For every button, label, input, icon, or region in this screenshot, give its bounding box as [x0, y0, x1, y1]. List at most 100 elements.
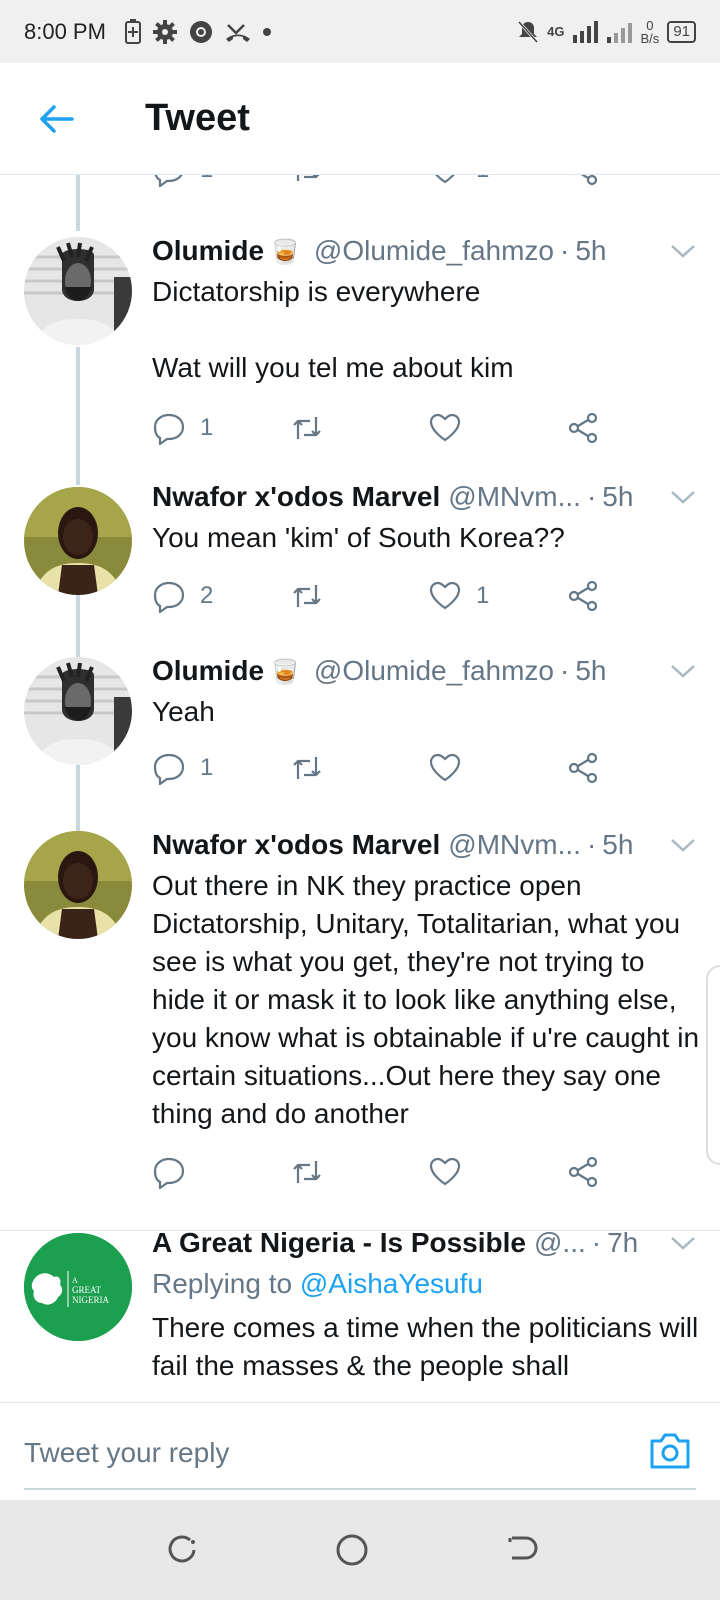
- author-handle[interactable]: @MNvm...: [448, 829, 581, 861]
- tweet-text: Out there in NK they practice open Dicta…: [152, 870, 707, 1129]
- share-button[interactable]: [566, 1155, 600, 1189]
- reply-input[interactable]: Tweet your reply: [24, 1437, 229, 1469]
- like-button[interactable]: 1: [428, 175, 489, 187]
- avatar[interactable]: [24, 237, 132, 345]
- separator-dot: ·: [559, 655, 570, 686]
- retweet-button[interactable]: [290, 175, 324, 187]
- tweet-age: 5h: [602, 481, 634, 512]
- like-button[interactable]: [428, 411, 462, 445]
- author-handle[interactable]: @Olumide_fahmzo: [314, 655, 554, 687]
- reply-button[interactable]: 1: [152, 175, 213, 187]
- share-icon: [568, 580, 598, 612]
- tweet-actions: 2 1: [152, 579, 700, 619]
- reply-input-underline: [24, 1488, 696, 1490]
- retweet-icon: [293, 417, 321, 439]
- heart-icon: [429, 753, 461, 782]
- chevron-down-icon[interactable]: [668, 1233, 698, 1253]
- replying-to-link[interactable]: @AishaYesufu: [300, 1268, 483, 1299]
- network-type: 4G: [547, 24, 565, 39]
- chevron-down-icon[interactable]: [668, 835, 698, 855]
- tweet-actions: 1: [152, 411, 700, 451]
- reply-button[interactable]: 2: [152, 579, 213, 613]
- like-button[interactable]: 1: [428, 579, 489, 613]
- retweet-button[interactable]: [290, 1155, 324, 1189]
- arrow-left-icon[interactable]: [36, 99, 76, 139]
- thread-line: [76, 765, 80, 831]
- tweet-age: 5h: [575, 235, 607, 266]
- reply-composer: Tweet your reply: [0, 1402, 720, 1500]
- tweet-meta: Olumide 🥃 @Olumide_fahmzo · 5h: [152, 655, 700, 693]
- recent-apps-icon[interactable]: [164, 1532, 200, 1568]
- tweet-meta: Nwafor x'odos Marvel @MNvm... · 5h: [152, 481, 700, 519]
- tweet-text: Yeah: [152, 696, 215, 727]
- separator-dot: ·: [586, 481, 597, 512]
- retweet-button[interactable]: [290, 411, 324, 445]
- avatar[interactable]: A GREAT NIGERIA: [24, 1233, 132, 1341]
- author-name[interactable]: Nwafor x'odos Marvel: [152, 481, 440, 513]
- tweet-content: Olumide 🥃 @Olumide_fahmzo · 5h Yeah 1: [152, 655, 700, 791]
- system-nav-bar: [0, 1500, 720, 1600]
- chevron-down-icon[interactable]: [668, 661, 698, 681]
- back-icon[interactable]: [504, 1532, 540, 1568]
- retweet-icon: [293, 757, 321, 779]
- reply-icon: [153, 413, 185, 445]
- author-name[interactable]: Nwafor x'odos Marvel: [152, 829, 440, 861]
- retweet-button[interactable]: [290, 579, 324, 613]
- tweet-content: Nwafor x'odos Marvel @MNvm... · 5h You m…: [152, 481, 700, 619]
- reply-button[interactable]: [152, 1155, 186, 1189]
- home-icon[interactable]: [334, 1532, 370, 1568]
- avatar-photo: [24, 831, 132, 939]
- author-name[interactable]: Olumide: [152, 655, 264, 687]
- avatar[interactable]: [24, 487, 132, 595]
- chevron-down-icon[interactable]: [668, 487, 698, 507]
- like-button[interactable]: [428, 751, 462, 785]
- author-handle[interactable]: @...: [534, 1227, 586, 1259]
- status-bar: 8:00 PM 4G 0 B/s 91: [0, 0, 720, 63]
- gear-icon: [152, 19, 177, 44]
- svg-text:A: A: [72, 1276, 78, 1285]
- tweet-text: Dictatorship is everywhere Wat will you …: [152, 276, 514, 383]
- whisky-emoji: 🥃: [270, 659, 300, 686]
- tweet-content: Nwafor x'odos Marvel @MNvm... · 5h Out t…: [152, 829, 700, 1195]
- retweet-button[interactable]: [290, 751, 324, 785]
- heart-icon: [429, 413, 461, 442]
- avatar[interactable]: [24, 831, 132, 939]
- notification-dot-icon: [262, 27, 271, 36]
- signal-icon: [572, 20, 598, 43]
- reply-button[interactable]: 1: [152, 751, 213, 785]
- status-icons-left: [124, 18, 272, 45]
- share-button[interactable]: [566, 751, 600, 785]
- share-button[interactable]: [566, 175, 600, 187]
- thread-line: [76, 595, 80, 657]
- camera-icon[interactable]: [648, 1431, 692, 1471]
- share-button[interactable]: [566, 579, 600, 613]
- avatar-photo: [24, 657, 132, 765]
- separator-dot: ·: [591, 1227, 602, 1258]
- author-handle[interactable]: @MNvm...: [448, 481, 581, 513]
- author-handle[interactable]: @Olumide_fahmzo: [314, 235, 554, 267]
- share-button[interactable]: [566, 411, 600, 445]
- separator-dot: ·: [559, 235, 570, 266]
- svg-text:GREAT: GREAT: [72, 1285, 102, 1295]
- share-icon: [568, 1156, 598, 1188]
- whisky-emoji: 🥃: [270, 239, 300, 266]
- author-name[interactable]: A Great Nigeria - Is Possible: [152, 1227, 526, 1259]
- reply-icon: [153, 581, 185, 613]
- page-title: Tweet: [145, 97, 250, 139]
- author-name[interactable]: Olumide: [152, 235, 264, 267]
- reply-button[interactable]: 1: [152, 411, 213, 445]
- tweet-actions: 1: [152, 751, 700, 791]
- avatar[interactable]: [24, 657, 132, 765]
- scroll-handle[interactable]: [706, 965, 720, 1165]
- tweet-text: There comes a time when the politicians …: [152, 1312, 707, 1381]
- thread-line: [76, 347, 80, 485]
- tweet-content: A Great Nigeria - Is Possible @... · 7h …: [152, 1227, 700, 1385]
- heart-icon: [429, 581, 461, 610]
- signal-icon-2: [606, 22, 632, 43]
- chevron-down-icon[interactable]: [668, 241, 698, 261]
- reply-icon: [153, 1157, 185, 1189]
- share-icon: [568, 752, 598, 784]
- like-button[interactable]: [428, 1155, 462, 1189]
- battery-saver-icon: [124, 18, 141, 44]
- tweet-age: 5h: [602, 829, 634, 860]
